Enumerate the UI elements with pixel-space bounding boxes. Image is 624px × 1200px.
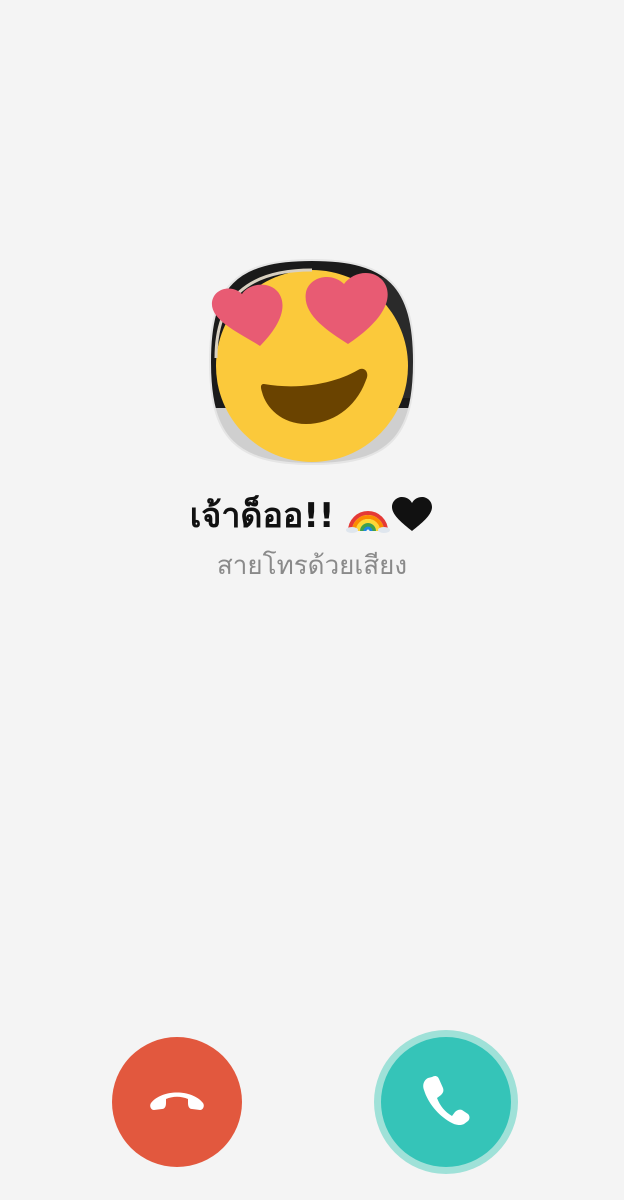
black-heart-icon xyxy=(390,496,434,536)
caller-avatar xyxy=(208,258,416,466)
incoming-call-screen: เจ้าด็ออ!! สายโทรด้วยเสียง xyxy=(0,0,624,1200)
hang-up-phone-icon xyxy=(148,1085,206,1119)
decline-call-button[interactable] xyxy=(112,1037,242,1167)
accept-call-button[interactable] xyxy=(381,1037,511,1167)
caller-name: เจ้าด็ออ!! xyxy=(189,496,347,536)
heart-eyes-emoji-avatar xyxy=(208,258,416,466)
call-type-label: สายโทรด้วยเสียง xyxy=(216,551,408,581)
caller-name-row: เจ้าด็ออ!! xyxy=(0,488,624,544)
rainbow-icon xyxy=(346,496,391,536)
phone-icon xyxy=(422,1075,470,1129)
